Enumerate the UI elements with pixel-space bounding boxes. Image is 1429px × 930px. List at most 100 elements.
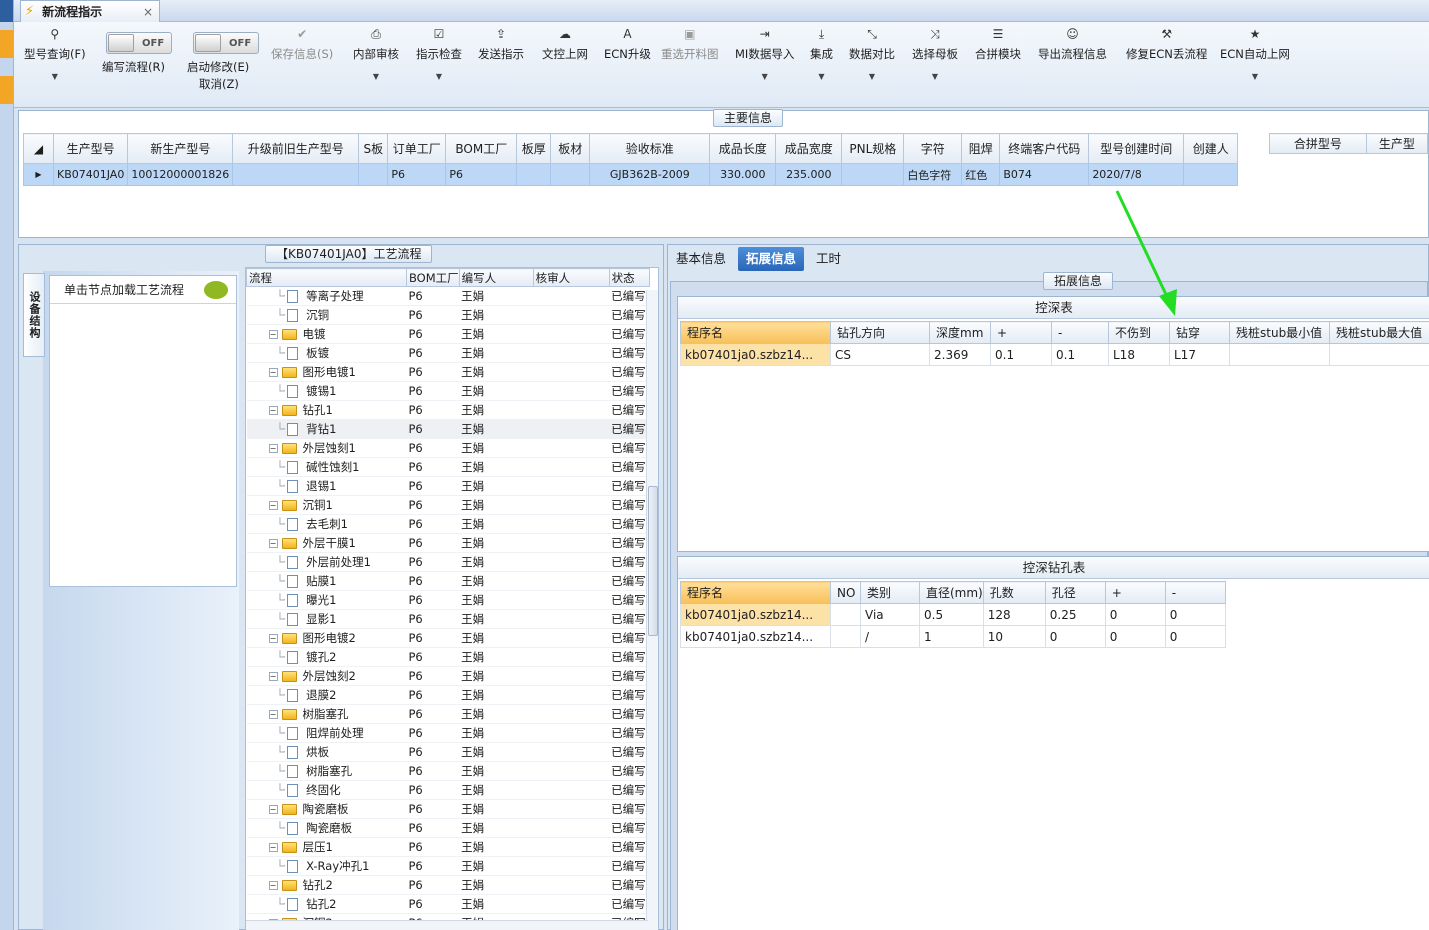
table-row[interactable]: kb07401ja0.szbz14... Via 0.5 128 0.25 0 0 (680, 603, 1226, 626)
tree-node[interactable]: └· 背钻1 (246, 419, 407, 439)
collapse-icon[interactable]: − (268, 671, 278, 681)
tree-node[interactable]: − 外层干膜1 (246, 533, 407, 553)
column-header[interactable]: 生产型号 (52, 133, 129, 164)
tree-node[interactable]: └· 树脂塞孔 (246, 761, 407, 781)
tree-node[interactable]: └· 显影1 (246, 609, 407, 629)
column-header[interactable]: - (1051, 321, 1109, 344)
column-header[interactable]: PNL规格 (841, 133, 905, 164)
column-header[interactable]: 合拼型号 (1269, 133, 1367, 154)
column-header[interactable]: 钻穿 (1169, 321, 1230, 344)
tree-node[interactable]: └· 终固化 (246, 780, 407, 800)
table-row[interactable]: kb07401ja0.szbz14... CS 2.369 0.1 0.1 L18 L17 (680, 343, 1429, 366)
tree-node[interactable]: └· 钻孔2 (246, 894, 407, 914)
tree-node[interactable]: − 陶瓷磨板 (246, 799, 407, 819)
tree-row[interactable]: └· 等离子处理 P6 王娟 已编写 (246, 286, 650, 306)
column-header[interactable]: 板厚 (516, 133, 552, 164)
column-header[interactable]: 创建人 (1183, 133, 1239, 164)
horizontal-scrollbar[interactable] (246, 920, 648, 930)
tree-row[interactable]: − 陶瓷磨板 P6 王娟 已编写 (246, 799, 650, 819)
tree-node[interactable]: └· 去毛刺1 (246, 514, 407, 534)
tree-row[interactable]: └· 树脂塞孔 P6 王娟 已编写 (246, 761, 650, 781)
close-icon[interactable]: × (143, 5, 153, 19)
tree-node[interactable]: └· X-Ray冲孔1 (246, 856, 407, 876)
tree-node[interactable]: └· 等离子处理 (246, 286, 407, 306)
column-header[interactable]: 直径(mm) (919, 581, 984, 604)
tree-node[interactable]: − 图形电镀1 (246, 362, 407, 382)
tree-row[interactable]: − 钻孔2 P6 王娟 已编写 (246, 875, 650, 895)
tree-node[interactable]: └· 碱性蚀刻1 (246, 457, 407, 477)
collapse-icon[interactable]: − (268, 500, 278, 510)
tree-node[interactable]: − 沉铜1 (246, 495, 407, 515)
save-button[interactable]: ✔ 保存信息(S) (271, 26, 333, 106)
tree-row[interactable]: └· 显影1 P6 王娟 已编写 (246, 609, 650, 629)
column-header[interactable]: + (990, 321, 1052, 344)
tree-node[interactable]: − 钻孔1 (246, 400, 407, 420)
edit-flow-toggle[interactable]: OFF (106, 32, 172, 54)
reselect-map-button[interactable]: ▣ 重选开料图 (661, 26, 719, 106)
column-header[interactable]: 成品宽度 (775, 133, 843, 164)
tab-extended-info[interactable]: 拓展信息 (738, 247, 805, 271)
collapse-icon[interactable]: − (268, 367, 278, 377)
tree-row[interactable]: └· 阻焊前处理 P6 王娟 已编写 (246, 723, 650, 743)
tree-node[interactable]: − 钻孔2 (246, 875, 407, 895)
tab-equipment-structure[interactable]: 设备结构 (23, 273, 45, 357)
column-header[interactable]: 板材 (550, 133, 591, 164)
collapse-icon[interactable]: − (268, 405, 278, 415)
column-header[interactable]: 不伤到 (1108, 321, 1170, 344)
tree-node[interactable]: − 外层蚀刻2 (246, 666, 407, 686)
tree-row[interactable]: └· X-Ray冲孔1 P6 王娟 已编写 (246, 856, 650, 876)
column-header[interactable]: 终端客户代码 (999, 133, 1090, 164)
select-mother-button[interactable]: ⤨ 选择母板 ▼ (912, 26, 958, 106)
tree-row[interactable]: └· 钻孔2 P6 王娟 已编写 (246, 894, 650, 914)
tree-row[interactable]: └· 板镀 P6 王娟 已编写 (246, 343, 650, 363)
column-header[interactable]: BOM工厂 (406, 268, 460, 287)
tree-row[interactable]: └· 背钻1 P6 王娟 已编写 (246, 419, 650, 439)
column-header[interactable]: 阻焊 (961, 133, 1001, 164)
column-header[interactable]: 类别 (860, 581, 920, 604)
tab-new-flow[interactable]: ⚡ 新流程指示 × (20, 0, 160, 22)
collapse-icon[interactable]: − (268, 443, 278, 453)
tree-row[interactable]: − 电镀 P6 王娟 已编写 (246, 324, 650, 344)
tree-node[interactable]: └· 曝光1 (246, 590, 407, 610)
tree-node[interactable]: └· 镀孔2 (246, 647, 407, 667)
mi-import-button[interactable]: ⇥ MI数据导入 ▼ (735, 26, 794, 106)
tab-basic-info[interactable]: 基本信息 (668, 247, 734, 271)
column-header[interactable]: BOM工厂 (445, 133, 518, 164)
column-header[interactable]: 流程 (246, 268, 407, 287)
tree-row[interactable]: └· 碱性蚀刻1 P6 王娟 已编写 (246, 457, 650, 477)
ecn-auto-button[interactable]: ★ ECN自动上网 ▼ (1220, 26, 1290, 106)
tree-node[interactable]: └· 镀锡1 (246, 381, 407, 401)
tree-row[interactable]: └· 沉铜 P6 王娟 已编写 (246, 305, 650, 325)
integrate-button[interactable]: ⤓ 集成 ▼ (810, 26, 833, 106)
column-header[interactable]: 钻孔方向 (830, 321, 930, 344)
start-modify-toggle[interactable]: OFF (193, 32, 259, 54)
tree-row[interactable]: └· 陶瓷磨板 P6 王娟 已编写 (246, 818, 650, 838)
column-header[interactable]: 深度mm (929, 321, 991, 344)
tree-row[interactable]: └· 曝光1 P6 王娟 已编写 (246, 590, 650, 610)
export-button[interactable]: ☺ 导出流程信息 (1038, 26, 1107, 106)
tree-row[interactable]: − 外层蚀刻1 P6 王娟 已编写 (246, 438, 650, 458)
tree-row[interactable]: − 层压1 P6 王娟 已编写 (246, 837, 650, 857)
column-header[interactable]: - (1164, 581, 1226, 604)
column-header[interactable]: 订单工厂 (387, 133, 447, 164)
tree-row[interactable]: − 外层蚀刻2 P6 王娟 已编写 (246, 666, 650, 686)
tree-node[interactable]: └· 烘板 (246, 742, 407, 762)
tree-node[interactable]: └· 外层前处理1 (246, 552, 407, 572)
tree-node[interactable]: └· 阻焊前处理 (246, 723, 407, 743)
column-header[interactable]: 型号创建时间 (1088, 133, 1185, 164)
collapse-icon[interactable]: − (268, 709, 278, 719)
tree-node[interactable]: └· 退膜2 (246, 685, 407, 705)
tree-node[interactable]: − 图形电镀2 (246, 628, 407, 648)
table-row[interactable]: ▶ KB07401JA0 10012000001826 P6 P6 GJB362B-200… (23, 163, 1239, 186)
column-header[interactable]: 编写人 (458, 268, 534, 287)
tab-work-hours[interactable]: 工时 (808, 247, 849, 271)
tree-row[interactable]: └· 镀锡1 P6 王娟 已编写 (246, 381, 650, 401)
column-header[interactable]: 残桩stub最大值 (1329, 321, 1429, 344)
merge-button[interactable]: ☰ 合拼模块 (975, 26, 1021, 106)
query-button[interactable]: ⚲ 型号查询(F) ▼ (24, 26, 86, 106)
repair-ecn-button[interactable]: ⚒ 修复ECN丢流程 (1126, 26, 1207, 106)
collapse-icon[interactable]: − (268, 538, 278, 548)
collapse-icon[interactable]: − (268, 804, 278, 814)
column-header[interactable]: 残桩stub最小值 (1229, 321, 1330, 344)
tree-node[interactable]: └· 贴膜1 (246, 571, 407, 591)
